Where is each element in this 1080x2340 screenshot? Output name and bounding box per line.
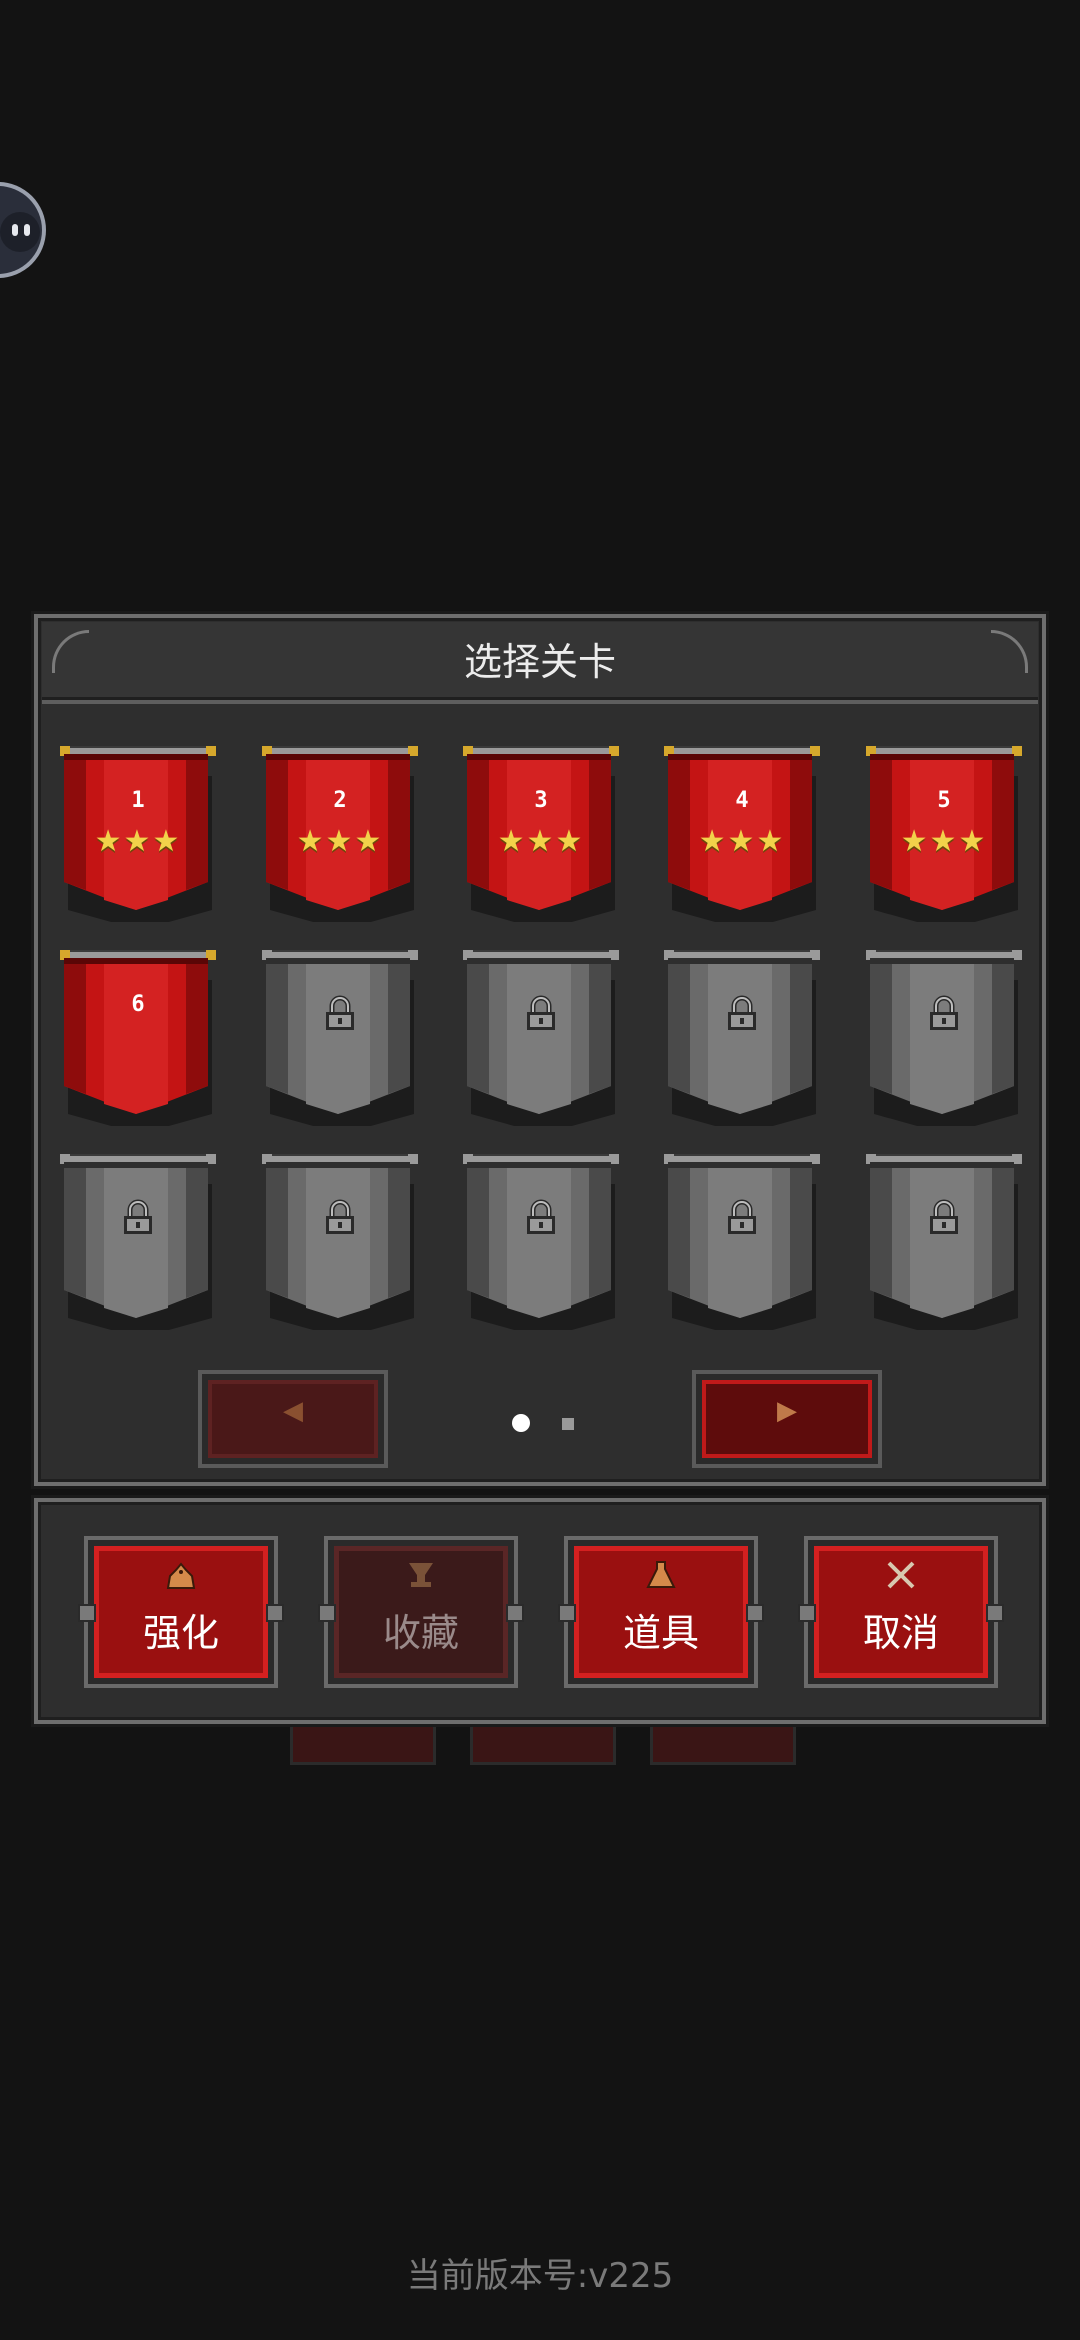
- upgrade-button[interactable]: 强化: [78, 1536, 284, 1688]
- lock-icon: [320, 994, 360, 1038]
- pile-icon: [88, 1560, 274, 1598]
- page-indicator-active: [512, 1414, 530, 1432]
- banner-flag: [266, 1162, 414, 1330]
- panel-title-bar: 选择关卡: [42, 622, 1038, 704]
- level-stars-icon: ★★★: [296, 824, 384, 859]
- level-number: 2: [333, 788, 347, 813]
- level-banner[interactable]: 5 ★★★: [866, 746, 1022, 922]
- upgrade-label: 强化: [142, 1611, 219, 1655]
- level-banner[interactable]: 4 ★★★: [664, 746, 820, 922]
- items-label: 道具: [622, 1611, 699, 1655]
- banner-flag: [870, 1162, 1018, 1330]
- banner-flag: [668, 958, 816, 1126]
- assistant-eye-left: [12, 224, 18, 236]
- background-button-remnant: [470, 1722, 616, 1765]
- banner-flag: [467, 1162, 615, 1330]
- banner-flag: [266, 958, 414, 1126]
- level-banner-locked: [664, 1154, 820, 1330]
- level-banner[interactable]: 1 ★★★: [60, 746, 216, 922]
- background-button-remnant: [650, 1722, 796, 1765]
- level-number: 5: [937, 788, 951, 813]
- assistant-eye-right: [24, 224, 30, 236]
- floating-assistant-button[interactable]: [0, 182, 46, 278]
- level-banner-locked: [664, 950, 820, 1126]
- flask-icon: [568, 1560, 754, 1598]
- lock-icon: [924, 1198, 964, 1242]
- background-button-remnant: [290, 1722, 436, 1765]
- page-indicator-inactive: [562, 1418, 574, 1430]
- collection-button[interactable]: 收藏: [318, 1536, 524, 1688]
- lock-icon: [320, 1198, 360, 1242]
- lock-icon: [521, 1198, 561, 1242]
- level-number: 4: [735, 788, 749, 813]
- level-banner-locked: [463, 1154, 619, 1330]
- banner-flag: [668, 1162, 816, 1330]
- lock-icon: [118, 1198, 158, 1242]
- game-screen: 选择关卡 1 ★★★ 2 ★★★ 3 ★★★ 4 ★★★ 5 ★★★ 6 ◀ ▶ 强化 收藏: [0, 0, 1080, 2340]
- level-banner-locked: [463, 950, 619, 1126]
- items-button[interactable]: 道具: [558, 1536, 764, 1688]
- assistant-face-icon: [0, 212, 40, 252]
- level-stars-icon: ★★★: [94, 824, 182, 859]
- level-banner-locked: [866, 1154, 1022, 1330]
- banner-flag: [467, 958, 615, 1126]
- level-banner-locked: [866, 950, 1022, 1126]
- banner-flag: [64, 958, 212, 1126]
- cancel-label: 取消: [862, 1611, 939, 1655]
- version-label: 当前版本号:v225: [406, 2256, 674, 2296]
- cancel-button[interactable]: 取消: [798, 1536, 1004, 1688]
- level-stars-icon: ★★★: [900, 824, 988, 859]
- level-banner[interactable]: 2 ★★★: [262, 746, 418, 922]
- goblet-icon: [328, 1560, 514, 1598]
- banner-flag: [64, 1162, 212, 1330]
- level-grid: 1 ★★★ 2 ★★★ 3 ★★★ 4 ★★★ 5 ★★★ 6: [60, 746, 1022, 1366]
- level-banner-locked: [262, 1154, 418, 1330]
- level-stars-icon: ★★★: [698, 824, 786, 859]
- level-number: 6: [131, 992, 145, 1017]
- banner-flag: [870, 958, 1018, 1126]
- lock-icon: [722, 1198, 762, 1242]
- prev-page-button[interactable]: ◀: [198, 1370, 388, 1468]
- lock-icon: [521, 994, 561, 1038]
- level-banner[interactable]: 3 ★★★: [463, 746, 619, 922]
- level-banner-locked: [60, 1154, 216, 1330]
- level-number: 3: [534, 788, 548, 813]
- lock-icon: [722, 994, 762, 1038]
- collection-label: 收藏: [382, 1611, 459, 1655]
- level-stars-icon: ★★★: [497, 824, 585, 859]
- next-page-button[interactable]: ▶: [692, 1370, 882, 1468]
- level-banner[interactable]: 6: [60, 950, 216, 1126]
- level-banner-locked: [262, 950, 418, 1126]
- lock-icon: [924, 994, 964, 1038]
- panel-title: 选择关卡: [463, 640, 616, 684]
- crossed-swords-icon: [808, 1560, 994, 1598]
- arrow-left-icon: ◀: [283, 1396, 303, 1426]
- arrow-right-icon: ▶: [777, 1396, 797, 1426]
- level-number: 1: [131, 788, 145, 813]
